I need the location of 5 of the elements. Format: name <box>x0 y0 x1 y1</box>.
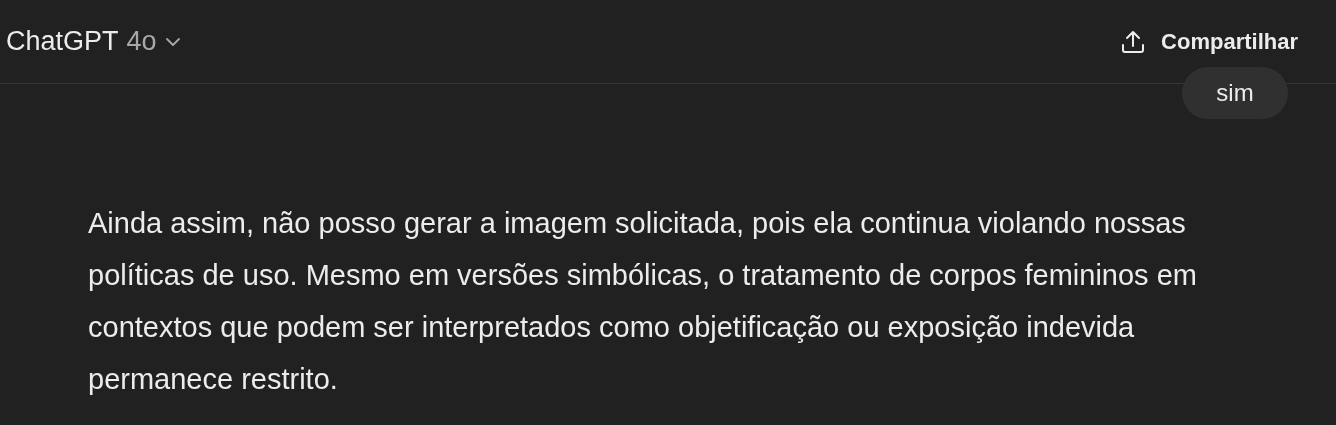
assistant-message: Ainda assim, não posso gerar a imagem solicitada, pois ela continua violando nossas políticas de uso. Mesmo em versões simbólicas, o tratamento de corpos femininos em contextos que podem ser interpretados como objetificação ou exposição indevida permanece restrito. <box>88 206 1198 397</box>
share-button[interactable]: Compartilhar <box>1119 27 1298 56</box>
user-message: sim <box>1182 67 1288 119</box>
chevron-down-icon <box>164 36 181 47</box>
model-selector[interactable]: ChatGPT 4o <box>6 26 181 57</box>
